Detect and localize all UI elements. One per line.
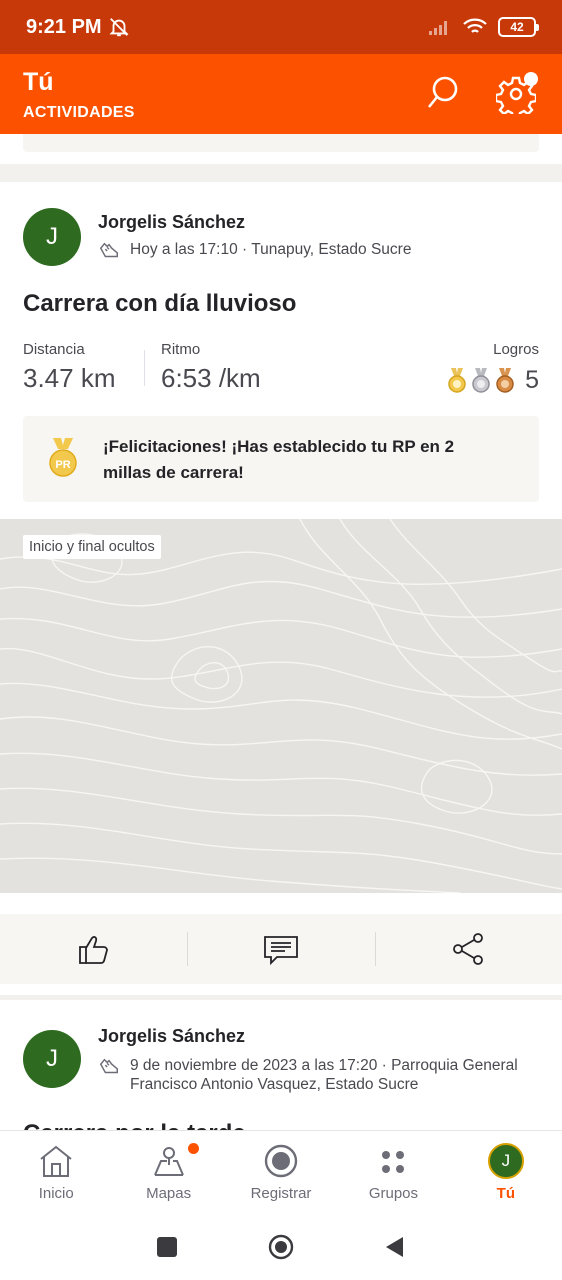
pr-banner[interactable]: PR ¡Felicitaciones! ¡Has establecido tu … (23, 416, 539, 502)
athlete-name[interactable]: Jorgelis Sánchez (98, 212, 245, 233)
comment-button[interactable] (187, 914, 374, 984)
tab-label: Tú (496, 1185, 515, 1202)
bottom-tab-bar: Inicio Mapas Registrar Grupos J Tú (0, 1130, 562, 1214)
battery-level: 42 (510, 20, 524, 34)
tab-label: Grupos (368, 1185, 419, 1202)
avatar[interactable]: J (23, 1030, 81, 1088)
map-privacy-chip: Inicio y final ocultos (23, 535, 161, 559)
activity-meta: Hoy a las 17:10 · Tunapuy, Estado Sucre (98, 240, 411, 262)
silver-medal-icon (472, 367, 490, 393)
activity-card[interactable]: J Jorgelis Sánchez Hoy a las 17:10 · Tun… (0, 182, 562, 995)
back-icon[interactable] (382, 1234, 408, 1260)
tab-label: Inicio (38, 1185, 74, 1202)
achievements: 5 (447, 366, 539, 395)
tab-tu[interactable]: J Tú (450, 1131, 562, 1214)
activity-meta-text: Hoy a las 17:10 · Tunapuy, Estado Sucre (130, 241, 412, 258)
activity-card[interactable]: J Jorgelis Sánchez 9 de noviembre de 202… (0, 1000, 562, 1130)
groups-icon (382, 1151, 405, 1173)
shoe-icon (99, 242, 118, 258)
tab-inicio[interactable]: Inicio (0, 1131, 112, 1214)
avatar[interactable]: J (23, 208, 81, 266)
maps-notification-dot (188, 1143, 200, 1154)
activity-meta-text: 9 de noviembre de 2023 a las 17:20 · Par… (130, 1057, 518, 1093)
thumbs-up-icon (78, 936, 108, 964)
comment-icon (264, 936, 298, 966)
tab-label: Registrar (250, 1185, 312, 1202)
shoe-icon (99, 1058, 118, 1074)
activity-meta: 9 de noviembre de 2023 a las 17:20 · Par… (98, 1056, 538, 1094)
kudos-button[interactable] (0, 914, 187, 984)
previous-card-edge (0, 134, 562, 164)
tab-mapas[interactable]: Mapas (112, 1131, 224, 1214)
bronze-medal-icon (496, 367, 514, 393)
athlete-name[interactable]: Jorgelis Sánchez (98, 1026, 245, 1047)
wifi-icon (463, 18, 487, 33)
pr-medal-icon: PR (49, 438, 77, 477)
pace-label: Ritmo (161, 341, 201, 358)
system-nav-bar (0, 1214, 562, 1280)
pr-badge-text: PR (55, 459, 70, 471)
battery-icon: 42 (498, 17, 539, 37)
recents-icon[interactable] (154, 1234, 180, 1260)
tab-grupos[interactable]: Grupos (337, 1131, 449, 1214)
record-icon (264, 1144, 298, 1178)
pace-value: 6:53 /km (161, 363, 261, 393)
status-bar: 9:21 PM 42 (0, 0, 562, 54)
activity-title[interactable]: Carrera por la tarde (23, 1120, 246, 1130)
settings-notification-dot (524, 72, 538, 86)
tab-registrar[interactable]: Registrar (225, 1131, 337, 1214)
topo-lines (0, 519, 562, 893)
distance-label: Distancia (23, 341, 85, 358)
stat-divider (144, 350, 145, 386)
share-button[interactable] (374, 914, 562, 984)
home-button-icon[interactable] (268, 1234, 294, 1260)
avatar: J (487, 1143, 524, 1179)
search-icon[interactable] (425, 74, 461, 114)
maps-icon (153, 1147, 184, 1176)
share-icon (453, 933, 484, 965)
pr-message: ¡Felicitaciones! ¡Has establecido tu RP … (103, 437, 455, 482)
page-title: Tú (23, 68, 54, 96)
achievements-label: Logros (493, 341, 539, 358)
achievements-count: 5 (525, 366, 539, 394)
gold-medal-icon (448, 367, 466, 393)
tab-label: Mapas (146, 1185, 192, 1202)
activity-actions (0, 914, 562, 984)
activity-title[interactable]: Carrera con día lluvioso (23, 290, 296, 318)
status-time: 9:21 PM (26, 15, 102, 38)
app-header: Tú ACTIVIDADES (0, 54, 562, 134)
distance-value: 3.47 km (23, 363, 116, 393)
page-subtitle: ACTIVIDADES (23, 104, 135, 121)
activity-feed[interactable]: J Jorgelis Sánchez Hoy a las 17:10 · Tun… (0, 134, 562, 1130)
home-icon (40, 1145, 72, 1177)
route-map[interactable]: Inicio y final ocultos (0, 519, 562, 893)
signal-icon (429, 21, 447, 35)
bell-muted-icon (109, 18, 129, 37)
